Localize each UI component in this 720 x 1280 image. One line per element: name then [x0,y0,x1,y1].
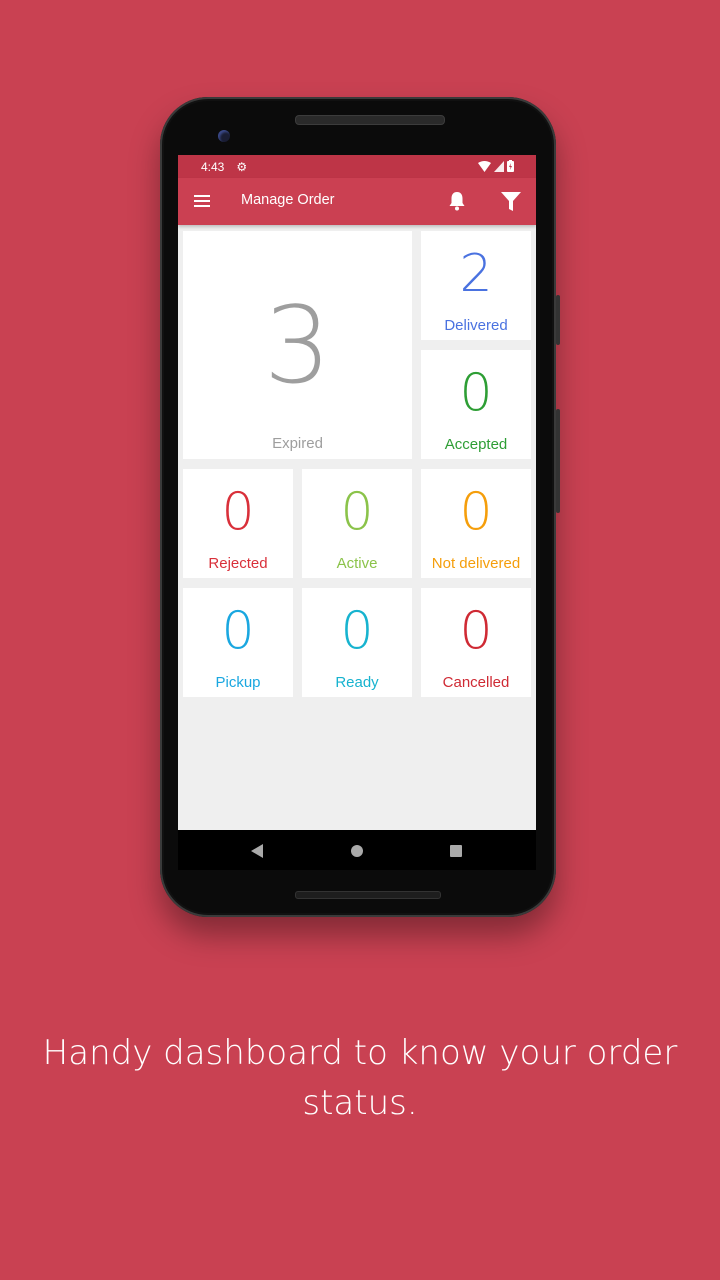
hamburger-menu-icon[interactable] [194,195,210,207]
status-time: 4:43 [201,159,225,174]
app-bar: Manage Order [178,178,536,225]
home-icon[interactable] [351,845,363,857]
ready-label: Ready [335,674,379,691]
notification-bell-icon[interactable] [448,191,466,211]
status-card-delivered[interactable]: 2 Delivered [421,231,531,340]
rejected-count: 0 [221,482,255,542]
delivered-label: Delivered [444,317,508,334]
accepted-count: 0 [459,363,493,423]
earpiece-speaker [295,115,445,125]
status-card-rejected[interactable]: 0 Rejected [183,469,293,578]
active-label: Active [336,555,378,572]
status-card-ready[interactable]: 0 Ready [302,588,412,697]
status-card-accepted[interactable]: 0 Accepted [421,350,531,459]
bottom-speaker [295,891,441,899]
active-count: 0 [340,482,374,542]
accepted-label: Accepted [444,436,508,453]
filter-icon[interactable] [500,190,522,212]
back-icon[interactable] [251,844,263,858]
status-card-pickup[interactable]: 0 Pickup [183,588,293,697]
cancelled-label: Cancelled [442,674,510,691]
status-card-cancelled[interactable]: 0 Cancelled [421,588,531,697]
cancelled-count: 0 [459,601,493,661]
status-icons [478,160,514,172]
not-delivered-count: 0 [459,482,493,542]
ready-count: 0 [340,601,374,661]
settings-gear-icon: ⚙ [236,159,248,174]
volume-button [556,409,560,513]
status-card-active[interactable]: 0 Active [302,469,412,578]
signal-icon [494,160,504,172]
battery-charging-icon [507,160,514,172]
front-camera [218,130,230,142]
wifi-icon [478,160,491,172]
phone-screen: 4:43 ⚙ Manage Order 3 Expired 2 Delivere… [178,155,536,870]
status-card-not-delivered[interactable]: 0 Not delivered [421,469,531,578]
status-bar: 4:43 ⚙ [178,155,536,178]
recents-icon[interactable] [450,845,462,857]
not-delivered-label: Not delivered [431,555,521,572]
expired-count: 3 [263,284,332,407]
status-card-expired[interactable]: 3 Expired [183,231,412,459]
navigation-bar [178,830,536,870]
expired-label: Expired [272,435,323,452]
promo-caption: Handy dashboard to know your order statu… [42,1033,678,1123]
delivered-count: 2 [459,244,493,304]
page-title: Manage Order [241,192,335,208]
pickup-count: 0 [221,601,255,661]
rejected-label: Rejected [208,555,268,572]
pickup-label: Pickup [215,674,261,691]
power-button [556,295,560,345]
